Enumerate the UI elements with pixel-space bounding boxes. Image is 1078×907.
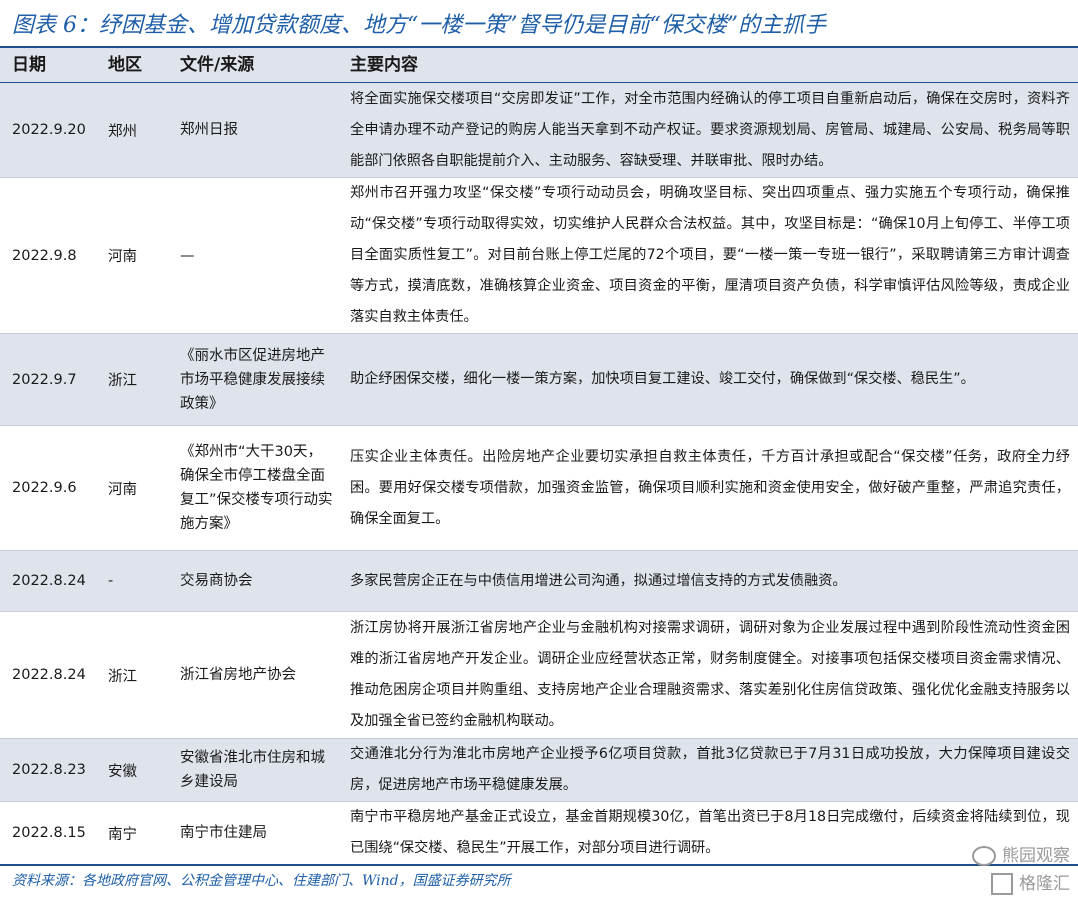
header-date: 日期 (12, 55, 46, 75)
cell-source: 《丽水市区促进房地产市场平稳健康发展接续政策》 (180, 347, 325, 412)
table-header: 日期 地区 文件/来源 主要内容 (0, 48, 1078, 82)
cell-source: 郑州日报 (180, 122, 238, 138)
cell-content: 将全面实施保交楼项目“交房即发证”工作，对全市范围内经确认的停工项目自重新启动后… (350, 90, 1070, 169)
cell-source: 浙江省房地产协会 (180, 667, 296, 683)
wechat-icon (972, 846, 996, 866)
table-row: 2022.8.23 安徽 安徽省淮北市住房和城乡建设局 交通淮北分行为淮北市房地… (0, 739, 1078, 801)
cell-region: - (108, 573, 114, 589)
cell-content: 浙江房协将开展浙江省房地产企业与金融机构对接需求调研，调研对象为企业发展过程中遇… (350, 620, 1070, 729)
cell-date: 2022.8.23 (12, 762, 86, 778)
cell-date: 2022.8.15 (12, 825, 86, 841)
cell-date: 2022.9.7 (12, 371, 77, 388)
cell-source: 安徽省淮北市住房和城乡建设局 (180, 750, 325, 790)
cell-content: 压实企业主体责任。出险房地产企业要切实承担自救主体责任，千方百计承担或配合“保交… (350, 448, 1070, 527)
cell-date: 2022.8.24 (12, 573, 86, 589)
cell-date: 2022.8.24 (12, 667, 86, 683)
cell-content: 助企纾困保交楼，细化一楼一策方案，加快项目复工建设、竣工交付，确保做到“保交楼、… (350, 371, 975, 387)
header-source: 文件/来源 (180, 55, 255, 75)
cell-source: 南宁市住建局 (180, 825, 267, 841)
cell-date: 2022.9.8 (12, 247, 77, 264)
cell-region: 河南 (108, 481, 137, 498)
cell-region: 浙江 (108, 668, 137, 685)
cell-date: 2022.9.6 (12, 480, 77, 496)
cell-region: 浙江 (108, 373, 137, 389)
cell-date: 2022.9.20 (12, 122, 86, 138)
cell-region: 南宁 (108, 826, 137, 843)
cell-content: 交通淮北分行为淮北市房地产企业授予6亿项目贷款，首批3亿贷款已于7月31日成功投… (350, 746, 1070, 793)
gelonghui-logo-icon (991, 873, 1013, 895)
figure-title: 图表 6：纾困基金、增加贷款额度、地方“一楼一策”督导仍是目前“保交楼”的主抓手 (12, 13, 826, 38)
cell-source: — (180, 247, 195, 264)
table-row: 2022.9.6 河南 《郑州市“大干30天，确保全市停工楼盘全面复工”保交楼专… (0, 426, 1078, 550)
watermark-line1: 熊园观察 (1002, 846, 1070, 866)
cell-content: 多家民营房企正在与中债信用增进公司沟通，拟通过增信支持的方式发债融资。 (350, 572, 847, 589)
cell-source: 交易商协会 (180, 573, 253, 589)
watermark: 熊园观察 格隆汇 (890, 842, 1070, 902)
watermark-line2: 格隆汇 (1019, 874, 1070, 894)
table-row: 2022.9.20 郑州 郑州日报 将全面实施保交楼项目“交房即发证”工作，对全… (0, 83, 1078, 177)
source-note: 资料来源：各地政府官网、公积金管理中心、住建部门、Wind，国盛证券研究所 (12, 873, 511, 889)
table-row: 2022.8.24 浙江 浙江省房地产协会 浙江房协将开展浙江省房地产企业与金融… (0, 612, 1078, 738)
cell-region: 河南 (108, 249, 137, 265)
cell-content: 郑州市召开强力攻坚“保交楼”专项行动动员会，明确攻坚目标、突出四项重点、强力实施… (350, 185, 1070, 325)
header-content: 主要内容 (350, 55, 418, 75)
cell-region: 郑州 (108, 123, 137, 140)
table-row: 2022.9.8 河南 — 郑州市召开强力攻坚“保交楼”专项行动动员会，明确攻坚… (0, 178, 1078, 333)
cell-region: 安徽 (108, 763, 137, 780)
table-row: 2022.8.24 - 交易商协会 多家民营房企正在与中债信用增进公司沟通，拟通… (0, 551, 1078, 611)
header-region: 地区 (108, 55, 142, 75)
cell-source: 《郑州市“大干30天，确保全市停工楼盘全面复工”保交楼专项行动实施方案》 (180, 444, 333, 532)
table-row: 2022.9.7 浙江 《丽水市区促进房地产市场平稳健康发展接续政策》 助企纾困… (0, 334, 1078, 425)
